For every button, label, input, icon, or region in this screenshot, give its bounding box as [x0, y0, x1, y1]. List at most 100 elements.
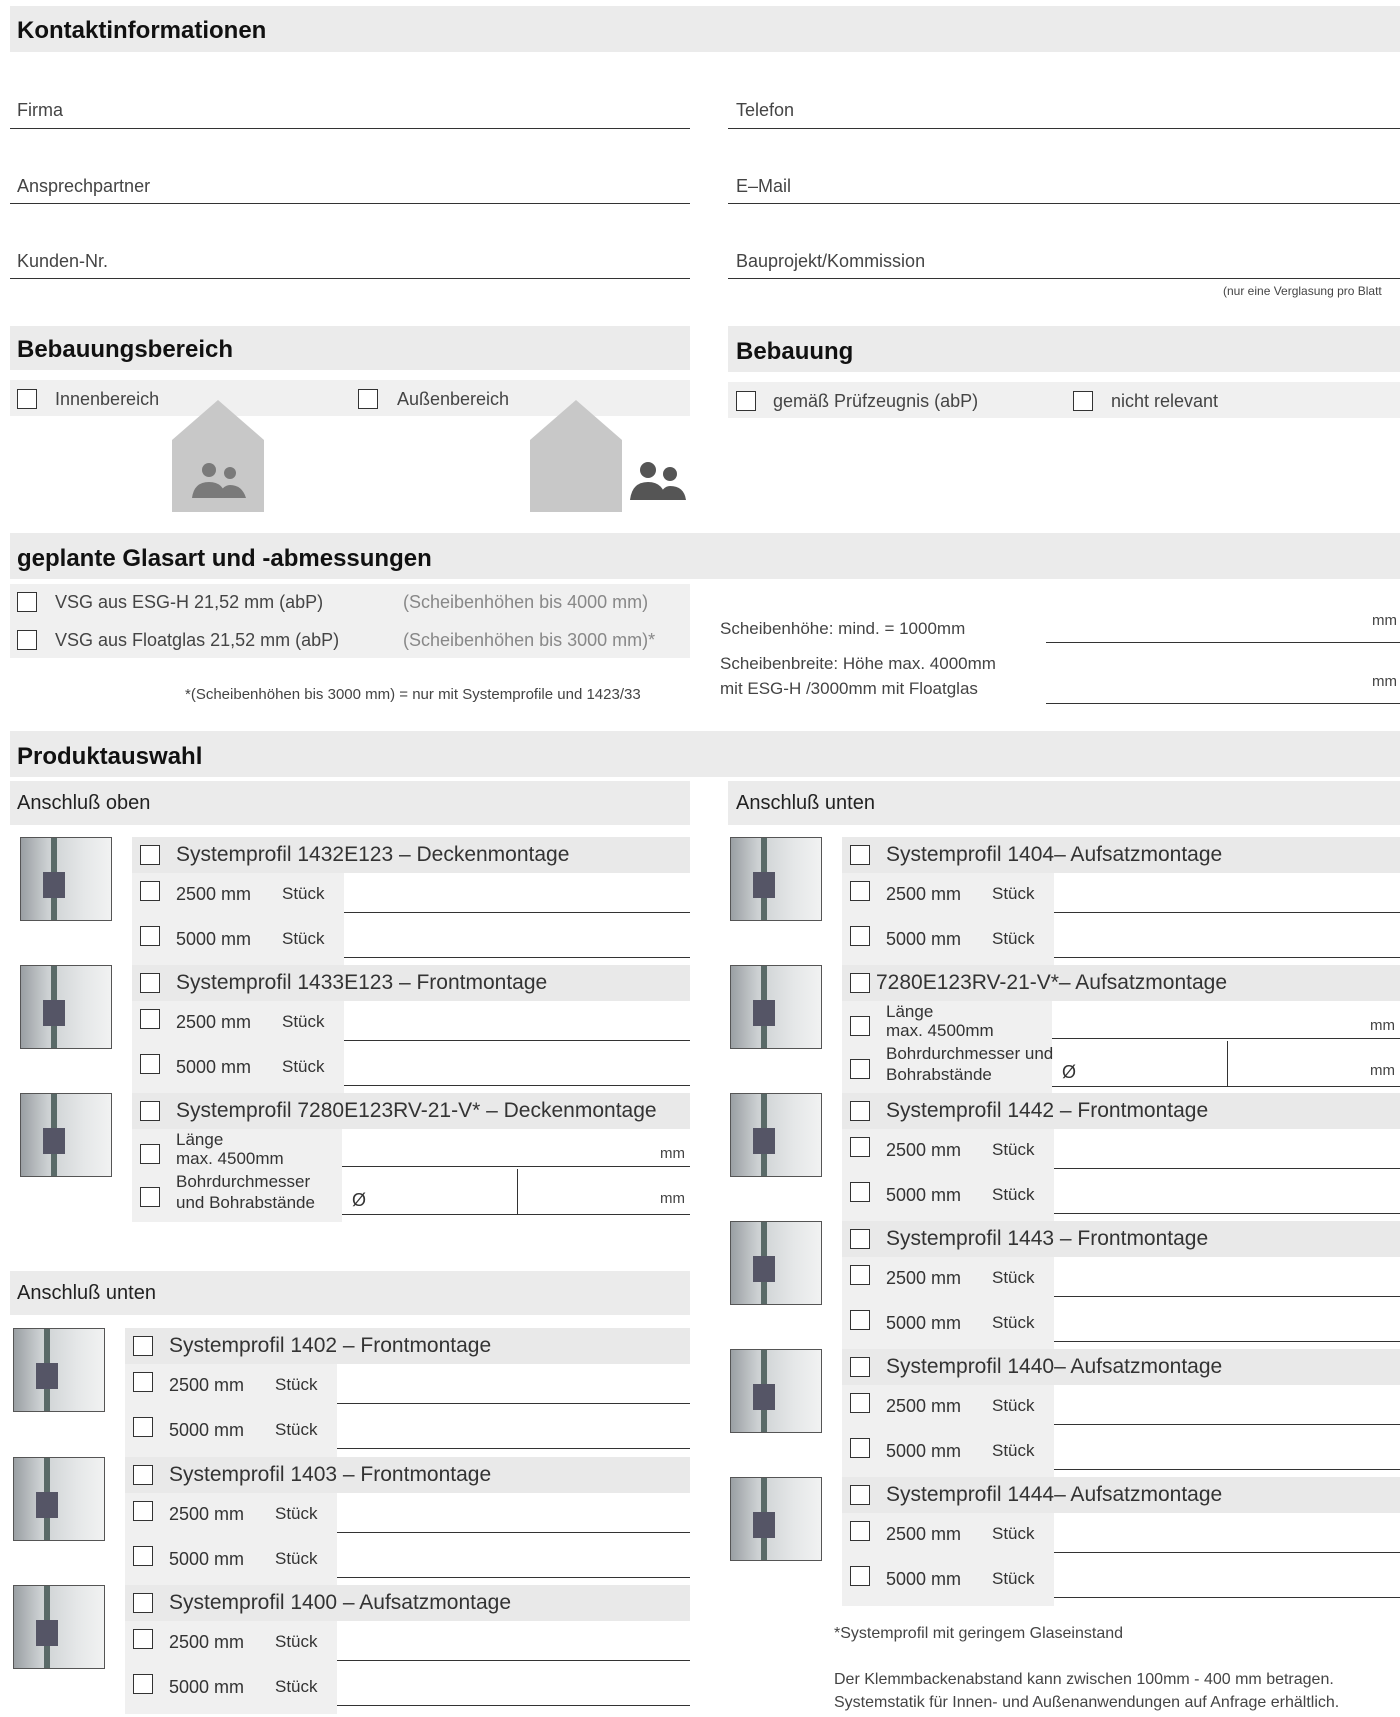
unten-right-len5000-checkbox-0[interactable] [850, 926, 870, 946]
unten-right-title-checkbox-3[interactable] [850, 1229, 870, 1249]
unten-right-stueck-label-2500-5: Stück [992, 1524, 1035, 1543]
unten-right-title-checkbox-0[interactable] [850, 845, 870, 865]
unten-right-qty-field-5000-3[interactable] [1054, 1341, 1400, 1342]
oben-laenge-unit-2: mm [660, 1145, 685, 1162]
gemaess-checkbox[interactable] [736, 391, 756, 411]
unten-right-title-checkbox-5[interactable] [850, 1485, 870, 1505]
unten-right-title-checkbox-4[interactable] [850, 1357, 870, 1377]
unten-right-qty-field-2500-2[interactable] [1054, 1168, 1400, 1169]
kunden-field[interactable] [10, 278, 690, 279]
unten-right-stueck-label-2500-0: Stück [992, 884, 1035, 903]
oben-laenge-checkbox-2[interactable] [140, 1144, 160, 1164]
unten-left-len2500-checkbox-1[interactable] [133, 1501, 153, 1521]
unten-right-len2500-checkbox-5[interactable] [850, 1521, 870, 1541]
unten-right-len5000-label-0: 5000 mm [886, 929, 962, 949]
oben-qty-field-5000-1[interactable] [344, 1085, 690, 1086]
unten-right-qty-field-2500-5[interactable] [1054, 1552, 1400, 1553]
unten-left-qty-field-2500-1[interactable] [337, 1532, 690, 1533]
oben-title-checkbox-1[interactable] [140, 973, 160, 993]
unten-right-bohr-unit-1: mm [1370, 1062, 1395, 1079]
unten-right-qty-field-5000-4[interactable] [1054, 1469, 1400, 1470]
oben-len5000-checkbox-0[interactable] [140, 926, 160, 946]
unten-right-qty-field-2500-4[interactable] [1054, 1424, 1400, 1425]
unten-right-qty-field-2500-3[interactable] [1054, 1296, 1400, 1297]
oben-qty-field-2500-1[interactable] [344, 1040, 690, 1041]
unten-right-laenge-field-1[interactable] [1052, 1038, 1400, 1039]
innen-checkbox[interactable] [17, 389, 37, 409]
unten-left-qty-field-5000-0[interactable] [337, 1448, 690, 1449]
unten-left-title-0: Systemprofil 1402 – Frontmontage [169, 1334, 492, 1357]
unten-right-bohr-divider-1 [1227, 1041, 1228, 1086]
unten-right-len5000-checkbox-3[interactable] [850, 1310, 870, 1330]
hoehe-field[interactable] [1046, 642, 1400, 643]
unten-right-bohr-checkbox-1[interactable] [850, 1059, 870, 1079]
gemaess-label: gemäß Prüfzeugnis (abP) [773, 391, 979, 411]
bauprojekt-field[interactable] [728, 278, 1400, 279]
oben-qty-field-2500-0[interactable] [344, 912, 690, 913]
kunden-label: Kunden-Nr. [17, 251, 109, 271]
unten-right-bohr-field-1[interactable] [1052, 1086, 1400, 1087]
oben-bohr-checkbox-2[interactable] [140, 1187, 160, 1207]
unten-right-qty-field-5000-5[interactable] [1054, 1597, 1400, 1598]
email-field[interactable] [728, 203, 1400, 204]
unten-left-len5000-checkbox-2[interactable] [133, 1674, 153, 1694]
unten-right-len2500-checkbox-4[interactable] [850, 1393, 870, 1413]
nicht-relevant-label: nicht relevant [1111, 391, 1219, 411]
oben-laenge-field-2[interactable] [342, 1166, 690, 1167]
oben-title-checkbox-0[interactable] [140, 845, 160, 865]
unten-right-qty-field-5000-0[interactable] [1054, 957, 1400, 958]
nicht-relevant-checkbox[interactable] [1073, 391, 1093, 411]
unten-left-len5000-checkbox-0[interactable] [133, 1417, 153, 1437]
unten-right-title-4: Systemprofil 1440– Aufsatzmontage [886, 1355, 1223, 1378]
unten-right-len2500-checkbox-2[interactable] [850, 1137, 870, 1157]
unten-right-len2500-checkbox-3[interactable] [850, 1265, 870, 1285]
produkt-title: Produktauswahl [17, 743, 203, 770]
telefon-field[interactable] [728, 128, 1400, 129]
unten-right-qty-field-5000-2[interactable] [1054, 1213, 1400, 1214]
oben-photo-2 [20, 1093, 112, 1177]
unten-left-qty-field-2500-2[interactable] [337, 1660, 690, 1661]
oben-len2500-checkbox-1[interactable] [140, 1009, 160, 1029]
unten-left-len5000-checkbox-1[interactable] [133, 1546, 153, 1566]
unten-right-qty-field-2500-0[interactable] [1054, 912, 1400, 913]
unten-right-diameter-symbol-1: Ø [1062, 1062, 1077, 1082]
unten-left-title-checkbox-2[interactable] [133, 1593, 153, 1613]
unten-left-title-checkbox-1[interactable] [133, 1465, 153, 1485]
unten-left-title-checkbox-0[interactable] [133, 1336, 153, 1356]
unten-right-len5000-label-3: 5000 mm [886, 1313, 962, 1333]
glas-float-note: (Scheibenhöhen bis 3000 mm)* [403, 630, 656, 650]
unten-right-laenge-checkbox-1[interactable] [850, 1016, 870, 1036]
oben-bohr-divider-2 [517, 1169, 518, 1214]
firma-field[interactable] [10, 128, 690, 129]
unten-right-title-checkbox-1[interactable] [850, 973, 870, 993]
unten-left-qty-field-5000-1[interactable] [337, 1577, 690, 1578]
oben-title-checkbox-2[interactable] [140, 1101, 160, 1121]
unten-right-len5000-checkbox-5[interactable] [850, 1566, 870, 1586]
produkt-header [10, 731, 1400, 777]
unten-right-title-checkbox-2[interactable] [850, 1101, 870, 1121]
unten-right-len5000-checkbox-4[interactable] [850, 1438, 870, 1458]
oben-qty-field-5000-0[interactable] [344, 957, 690, 958]
unten-right-len5000-checkbox-2[interactable] [850, 1182, 870, 1202]
unten-left-qty-field-2500-0[interactable] [337, 1403, 690, 1404]
unten-right-title-2: Systemprofil 1442 – Frontmontage [886, 1099, 1209, 1122]
oben-len2500-checkbox-0[interactable] [140, 881, 160, 901]
unten-right-len2500-checkbox-0[interactable] [850, 881, 870, 901]
unten-left-len2500-checkbox-0[interactable] [133, 1372, 153, 1392]
aussen-checkbox[interactable] [358, 389, 378, 409]
unten-left-len2500-label-0: 2500 mm [169, 1375, 245, 1395]
unten-right-len5000-label-4: 5000 mm [886, 1441, 962, 1461]
unten-left-qty-field-5000-2[interactable] [337, 1705, 690, 1706]
telefon-label: Telefon [736, 100, 795, 120]
glas-esg-label: VSG aus ESG-H 21,52 mm (abP) [55, 592, 324, 612]
unten-left-len2500-checkbox-2[interactable] [133, 1629, 153, 1649]
ansprech-field[interactable] [10, 203, 690, 204]
unten-right-title-3: Systemprofil 1443 – Frontmontage [886, 1227, 1209, 1250]
unten-right-len2500-label-5: 2500 mm [886, 1524, 962, 1544]
glas-esg-checkbox[interactable] [17, 592, 37, 612]
breite-field[interactable] [1046, 703, 1400, 704]
glas-float-checkbox[interactable] [17, 630, 37, 650]
oben-bohr-label1-2: Bohrdurchmesser [176, 1172, 311, 1191]
oben-bohr-field-2[interactable] [342, 1214, 690, 1215]
oben-len5000-checkbox-1[interactable] [140, 1054, 160, 1074]
